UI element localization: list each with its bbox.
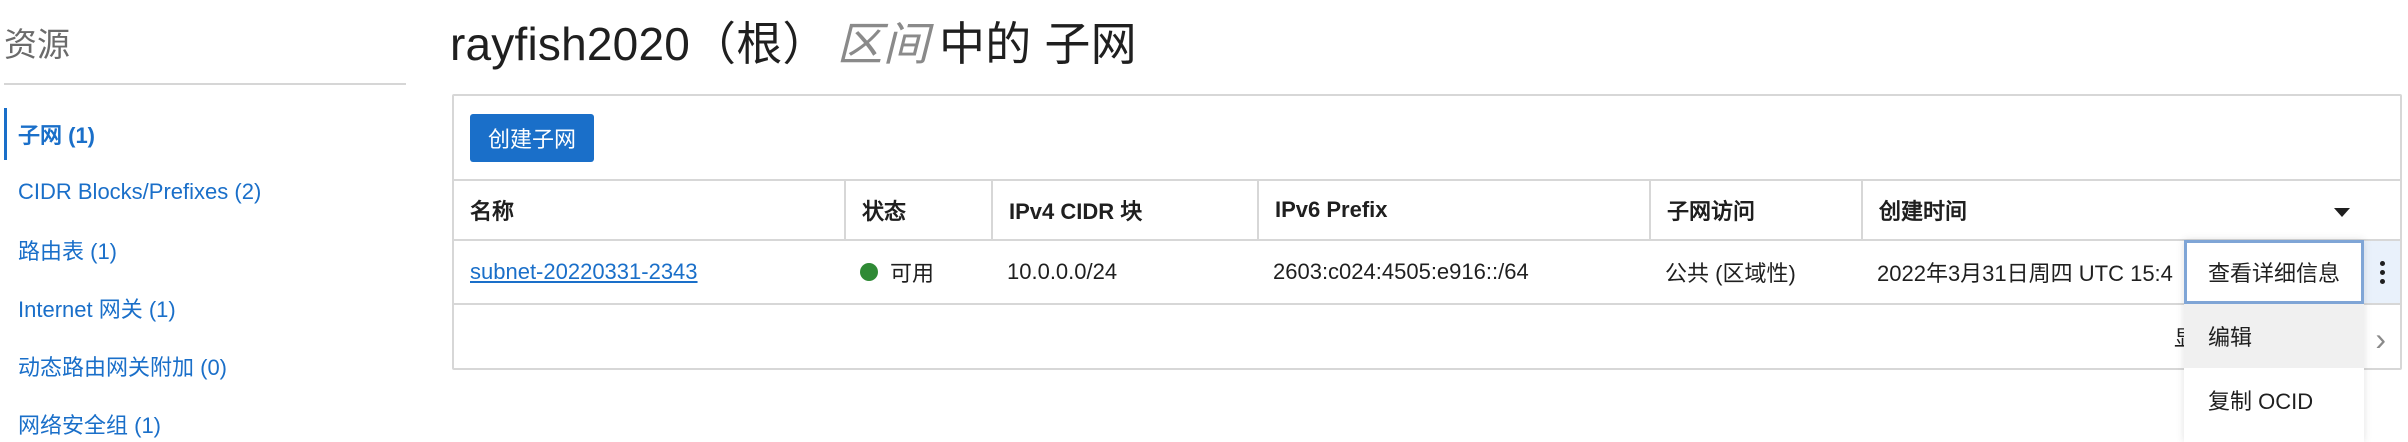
subnet-status-text: 可用 [890,261,935,286]
page-title-suffix: 中的 子网 [939,18,1137,70]
column-header-ipv4[interactable]: IPv4 CIDR 块 [991,181,1257,239]
page-title-italic: 区间 [836,18,930,70]
subnet-status-cell: 可用 [844,241,991,303]
menu-item-view-details[interactable]: 查看详细信息 [2184,240,2364,304]
sidebar-title: 资源 [4,26,70,63]
row-actions-menu: 查看详细信息 编辑 复制 OCID [2184,240,2364,442]
status-available-icon [860,263,878,281]
page-title: rayfish2020（根） 区间 中的 子网 [450,8,1137,74]
kebab-menu-icon [2379,260,2385,284]
menu-item-edit[interactable]: 编辑 [2184,304,2364,368]
table-header: 名称 状态 IPv4 CIDR 块 IPv6 Prefix 子网访问 创建时间 [454,179,2400,241]
sort-down-icon[interactable] [2334,208,2350,217]
column-header-access[interactable]: 子网访问 [1649,181,1861,239]
toolbar: 创建子网 [470,114,595,162]
subnet-name-cell: subnet-20220331-2343 [454,241,844,303]
sidebar-item-internet-gateways[interactable]: Internet 网关 (1) [0,279,408,337]
column-header-created[interactable]: 创建时间 [1861,181,2400,239]
row-actions-button[interactable] [2364,241,2400,303]
column-header-status[interactable]: 状态 [844,181,991,239]
chevron-right-icon[interactable]: › [2375,323,2386,355]
sidebar-item-network-security-groups[interactable]: 网络安全组 (1) [0,395,408,442]
menu-item-copy-ocid[interactable]: 复制 OCID [2184,368,2364,432]
column-header-name[interactable]: 名称 [454,181,844,239]
sidebar-list: 子网 (1) CIDR Blocks/Prefixes (2) 路由表 (1) … [0,105,408,442]
page-title-compartment: rayfish2020（根） [450,18,829,70]
subnets-table: 名称 状态 IPv4 CIDR 块 IPv6 Prefix 子网访问 创建时间 … [454,179,2400,305]
subnet-ipv4-cell: 10.0.0.0/24 [1007,259,1118,284]
column-header-ipv6[interactable]: IPv6 Prefix [1257,181,1649,239]
subnet-name-link[interactable]: subnet-20220331-2343 [470,259,698,285]
sidebar-item-cidr-blocks[interactable]: CIDR Blocks/Prefixes (2) [0,163,408,221]
table-row: subnet-20220331-2343 可用 10.0.0.0/24 2603… [454,241,2400,305]
subnet-ipv6-cell: 2603:c024:4505:e916::/64 [1273,259,1529,284]
sidebar-item-route-tables[interactable]: 路由表 (1) [0,221,408,279]
resources-sidebar: 资源 子网 (1) CIDR Blocks/Prefixes (2) 路由表 (… [0,0,408,442]
subnet-access-cell: 公共 (区域性) [1665,261,1796,286]
sidebar-item-drg-attachments[interactable]: 动态路由网关附加 (0) [0,337,408,395]
sidebar-divider [4,83,406,85]
create-subnet-button[interactable]: 创建子网 [470,114,595,162]
table-footer: 显 › [454,307,2400,370]
sidebar-item-subnets[interactable]: 子网 (1) [0,105,408,163]
page: 资源 子网 (1) CIDR Blocks/Prefixes (2) 路由表 (… [0,0,2408,442]
subnets-panel: 创建子网 名称 状态 IPv4 CIDR 块 IPv6 Prefix 子网访问 … [452,94,2402,370]
